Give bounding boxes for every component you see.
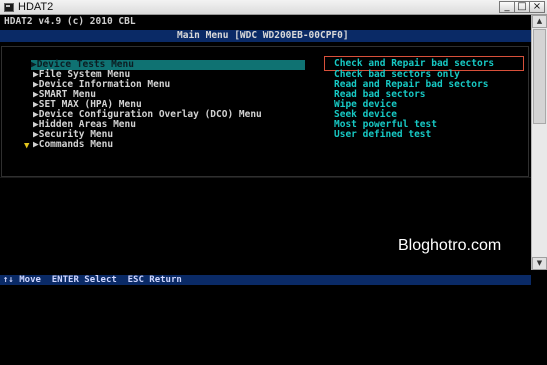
window-title: HDAT2 xyxy=(18,1,54,13)
maximize-button[interactable]: □ xyxy=(514,1,530,13)
more-items-arrow-icon: ▼ xyxy=(24,141,30,151)
close-button[interactable]: × xyxy=(529,1,545,13)
main-menu-title: Main Menu [WDC WD200EB-00CPF0] xyxy=(177,30,349,41)
status-help-text: ↑↓ Move ENTER Select ESC Return xyxy=(3,275,182,285)
minimize-button[interactable]: _ xyxy=(499,1,515,13)
version-header: HDAT2 v4.9 (c) 2010 CBL xyxy=(4,16,136,27)
title-bar: HDAT2 _ □ × xyxy=(0,0,547,15)
scroll-down-arrow-icon[interactable]: ▼ xyxy=(532,257,547,270)
submenu-user-defined-test[interactable]: User defined test xyxy=(334,130,431,140)
vertical-scrollbar[interactable]: ▲ ▼ xyxy=(531,15,547,270)
console-divider xyxy=(0,177,531,178)
submenu-check-and-repair[interactable]: Check and Repair bad sectors xyxy=(334,59,494,69)
app-icon xyxy=(4,3,14,12)
hdat2-window: HDAT2 _ □ × HDAT2 v4.9 (c) 2010 CBL Main… xyxy=(0,0,547,285)
scroll-thumb[interactable] xyxy=(533,29,546,124)
menu-item-commands[interactable]: ▶Commands Menu xyxy=(33,140,113,150)
scroll-up-arrow-icon[interactable]: ▲ xyxy=(532,15,547,28)
watermark-text: Bloghotro.com xyxy=(398,237,502,254)
console-area: HDAT2 v4.9 (c) 2010 CBL Main Menu [WDC W… xyxy=(0,15,531,285)
